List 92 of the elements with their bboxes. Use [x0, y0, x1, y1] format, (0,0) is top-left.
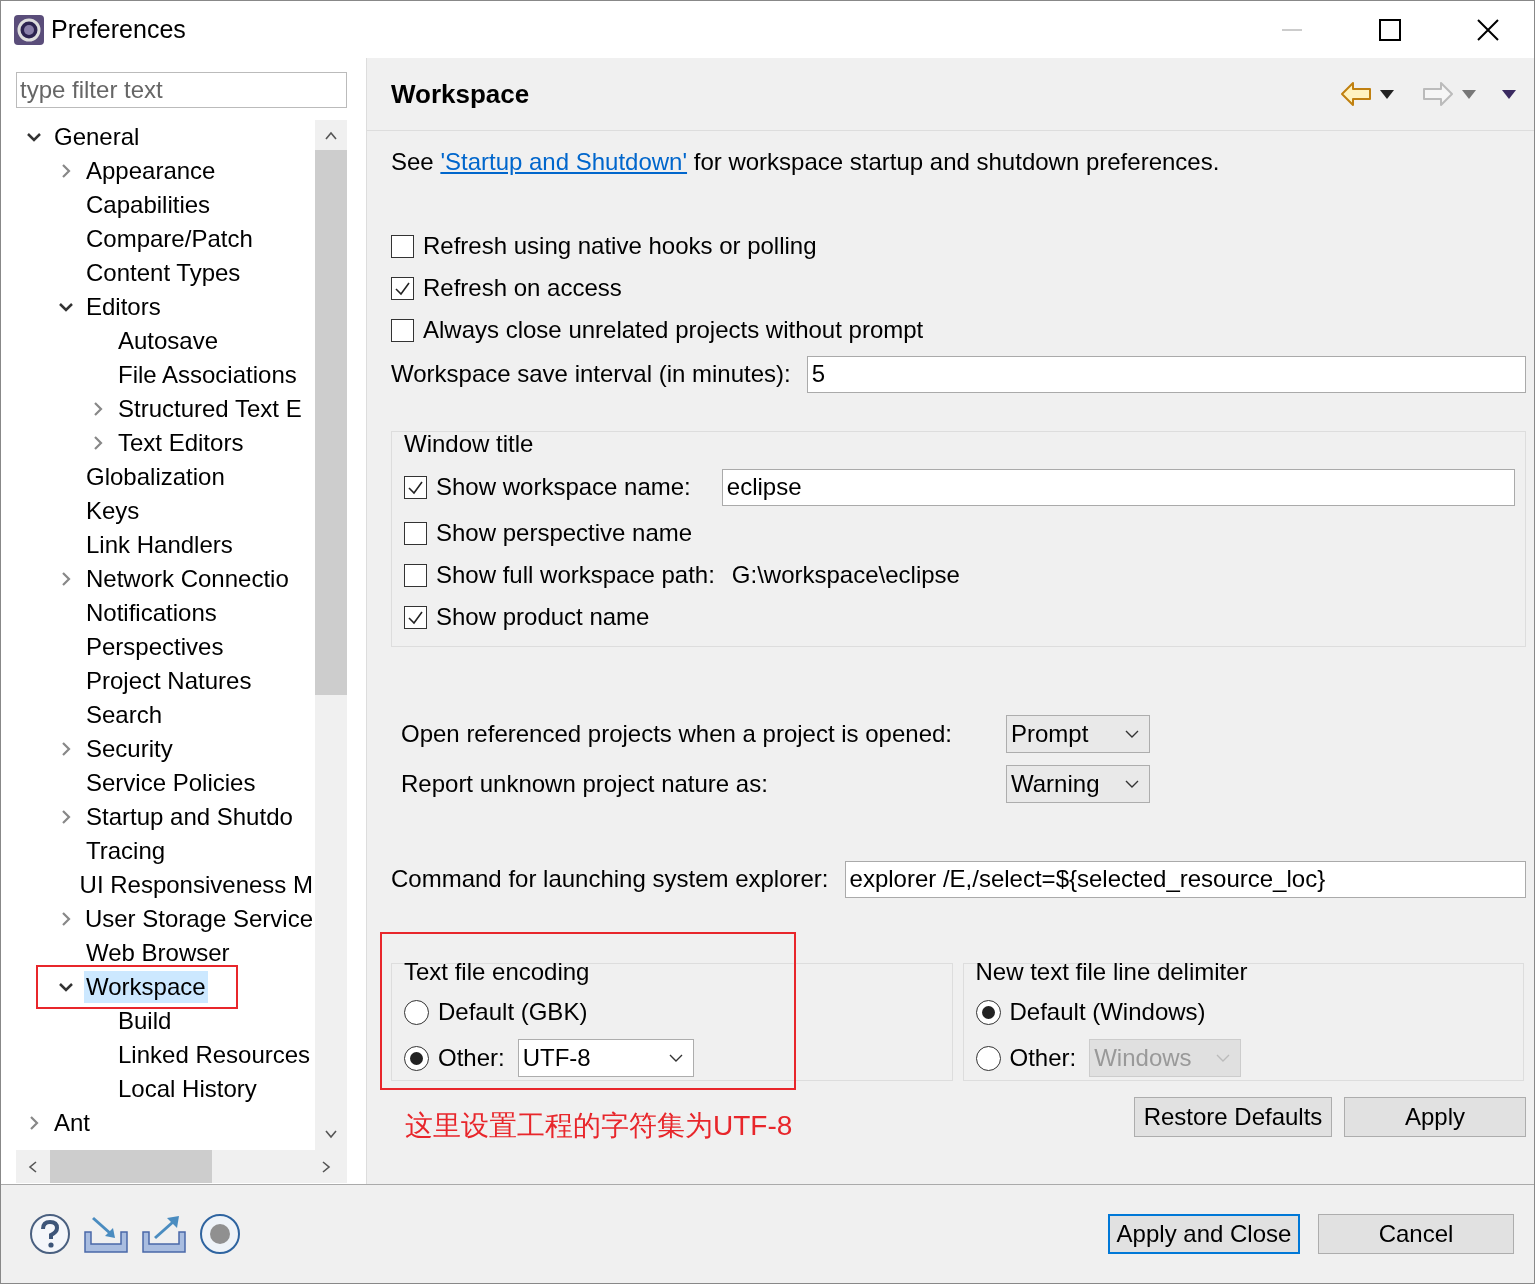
tree-item[interactable]: Project Natures	[84, 665, 254, 697]
startup-shutdown-link[interactable]: 'Startup and Shutdown'	[440, 148, 688, 175]
import-icon[interactable]	[83, 1214, 129, 1254]
tree-item[interactable]: Globalization	[84, 461, 227, 493]
maximize-icon	[1379, 18, 1401, 41]
checkbox[interactable]	[404, 605, 427, 629]
tree-item[interactable]: Notifications	[84, 597, 219, 629]
apply-button[interactable]: Apply	[1344, 1097, 1526, 1137]
workspace-name-field[interactable]: eclipse	[721, 468, 1515, 506]
cancel-button[interactable]: Cancel	[1318, 1214, 1514, 1254]
help-icon[interactable]	[29, 1213, 71, 1255]
chevron-down-icon	[668, 1053, 683, 1063]
checkbox[interactable]	[391, 318, 414, 342]
tree-item[interactable]: Autosave	[116, 325, 221, 357]
tree-item[interactable]: Link Handlers	[84, 529, 235, 561]
chevron-down-icon	[1216, 1053, 1231, 1063]
tree-item[interactable]: User Storage Service	[82, 903, 315, 935]
radio-label: Default (Windows)	[1009, 998, 1206, 1026]
chevron-down-icon	[1125, 729, 1139, 739]
tree-item[interactable]: Compare/Patch	[84, 223, 255, 255]
caret-icon[interactable]	[1380, 89, 1394, 99]
checkbox-label: Show full workspace path:	[436, 561, 715, 589]
tree-item[interactable]: Perspectives	[84, 631, 226, 663]
checkbox[interactable]	[404, 521, 427, 545]
apply-and-close-button[interactable]: Apply and Close	[1108, 1214, 1300, 1254]
tree-item[interactable]: Workspace	[84, 971, 208, 1003]
filter-field[interactable]: type filter text	[16, 72, 347, 108]
annotation-note: 这里设置工程的字符集为UTF-8	[404, 1109, 794, 1143]
checkbox-label: Show workspace name:	[436, 473, 691, 501]
checkbox[interactable]	[404, 563, 427, 587]
tree-item[interactable]: Network Connectio	[84, 563, 291, 595]
minimize-icon	[1282, 28, 1302, 31]
tree-item[interactable]: Content Types	[84, 257, 243, 289]
dropdown[interactable]: UTF-8	[517, 1039, 694, 1077]
field-label: Workspace save interval (in minutes):	[391, 360, 791, 388]
tree-item[interactable]: Linked Resources	[116, 1039, 313, 1071]
page-title: Workspace	[391, 78, 531, 110]
checkbox-label: Show product name	[436, 603, 650, 631]
group-title: New text file line delimiter	[975, 957, 1249, 987]
radio-button[interactable]	[975, 999, 1001, 1025]
back-arrow-icon[interactable]	[1340, 81, 1372, 107]
explorer-command-field[interactable]: explorer /E,/select=${selected_resource_loc}	[844, 860, 1526, 898]
group-title: Window title	[404, 429, 535, 459]
workspace-path: G:\workspace\eclipse	[731, 561, 960, 589]
radio-button[interactable]	[404, 999, 429, 1025]
field-label: Command for launching system explorer:	[391, 865, 829, 893]
tree-item[interactable]: Tracing	[84, 835, 168, 867]
chevron-down-icon	[1125, 779, 1139, 789]
horizontal-scrollbar[interactable]	[16, 1150, 347, 1183]
dropdown[interactable]: Warning	[1006, 765, 1150, 803]
radio-label: Default (GBK)	[438, 998, 588, 1026]
checkbox[interactable]	[404, 475, 427, 499]
menu-caret-icon[interactable]	[1502, 89, 1516, 99]
intro-text: See 'Startup and Shutdown' for workspace startup and shutdown preferences.	[391, 147, 1221, 177]
field-label: Open referenced projects when a project is opened:	[401, 720, 953, 748]
checkbox-label: Refresh using native hooks or polling	[423, 232, 817, 260]
tree-item[interactable]: Local History	[116, 1073, 259, 1105]
checkbox[interactable]	[391, 276, 414, 300]
checkbox[interactable]	[391, 234, 414, 258]
dropdown[interactable]: Prompt	[1006, 715, 1150, 753]
tree-item[interactable]: Capabilities	[84, 189, 213, 221]
tree-item[interactable]: Search	[84, 699, 165, 731]
tree-item[interactable]: Structured Text E	[116, 393, 304, 425]
radio-label: Other:	[438, 1044, 505, 1072]
tree-item[interactable]: Service Policies	[84, 767, 258, 799]
app-icon	[13, 13, 45, 46]
tree-item[interactable]: Ant	[52, 1107, 93, 1139]
export-icon[interactable]	[141, 1214, 187, 1254]
radio-button[interactable]	[404, 1045, 429, 1071]
tree-item[interactable]: Web Browser	[84, 937, 232, 969]
window-title: Preferences	[51, 15, 187, 44]
interval-field[interactable]: 5	[806, 355, 1526, 393]
close-icon	[1477, 18, 1499, 41]
tree-item[interactable]: Build	[116, 1005, 174, 1037]
tree-item[interactable]: General	[52, 121, 142, 153]
group-title: Text file encoding	[404, 957, 591, 987]
checkbox-label: Refresh on access	[423, 274, 622, 302]
field-label: Report unknown project nature as:	[401, 770, 769, 798]
record-icon[interactable]	[199, 1213, 241, 1255]
checkbox-label: Show perspective name	[436, 519, 693, 547]
tree-item[interactable]: UI Responsiveness M	[77, 869, 315, 901]
restore-defaults-button[interactable]: Restore Defaults	[1134, 1097, 1332, 1137]
tree-item[interactable]: Security	[84, 733, 175, 765]
tree-item[interactable]: Startup and Shutdo	[84, 801, 295, 833]
radio-label: Other:	[1009, 1044, 1077, 1072]
tree-item[interactable]: Text Editors	[116, 427, 246, 459]
checkbox-label: Always close unrelated projects without prompt	[423, 316, 924, 344]
tree-item[interactable]: File Associations	[116, 359, 299, 391]
tree-item[interactable]: Appearance	[84, 155, 218, 187]
tree-item[interactable]: Keys	[84, 495, 142, 527]
tree-item[interactable]: Editors	[84, 291, 163, 323]
vertical-scrollbar[interactable]	[315, 120, 347, 1150]
